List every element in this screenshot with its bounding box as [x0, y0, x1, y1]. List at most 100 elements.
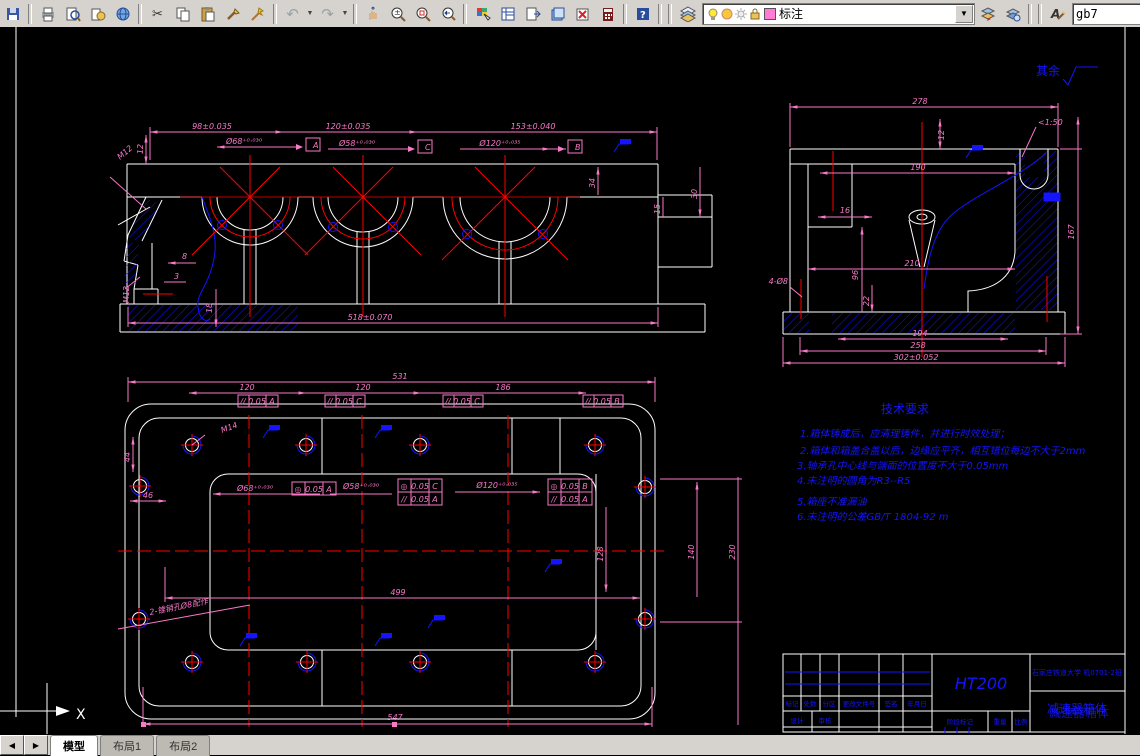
- front-view-dimensions: [109, 127, 700, 327]
- paste-icon[interactable]: [195, 1, 220, 26]
- svg-text:C: C: [432, 482, 438, 491]
- col-date: 年月日: [907, 699, 927, 708]
- svg-text:0.05: 0.05: [305, 485, 323, 494]
- save-icon[interactable]: [0, 1, 25, 26]
- dim-td68: Ø68⁺⁰·⁰³⁰: [236, 483, 274, 493]
- col-sign: 签名: [885, 699, 898, 708]
- help-icon[interactable]: ?: [630, 1, 655, 26]
- datum-b: B: [575, 143, 581, 152]
- svg-text:0.05: 0.05: [453, 397, 471, 406]
- dim-m12-upper: M12: [116, 144, 135, 162]
- quick-select-icon[interactable]: [245, 1, 270, 26]
- material-label: HT200: [955, 674, 1007, 693]
- undo-icon[interactable]: ↶: [280, 1, 305, 26]
- undo-dropdown-icon[interactable]: ▼: [305, 2, 315, 25]
- tab-nav-last-icon[interactable]: ▶: [24, 735, 48, 755]
- svg-text:A: A: [268, 397, 274, 406]
- layer-states-icon[interactable]: [1000, 1, 1025, 26]
- dim-167: 167: [1067, 223, 1076, 239]
- col-count: 处数: [804, 699, 818, 708]
- plot-icon[interactable]: [35, 1, 60, 26]
- separator: [28, 3, 32, 24]
- sheetset-manager-icon[interactable]: [545, 1, 570, 26]
- design-label: 设计: [791, 716, 805, 725]
- side-view: 278 12 190 16 210 96 22 194 258 302±0.05…: [769, 97, 1082, 367]
- quickcalc-icon[interactable]: [595, 1, 620, 26]
- top-view: //0.05 A //0.05 C //0.05 C //0.05 B ◎ 0.05 A ◎…: [117, 372, 742, 727]
- zoom-previous-icon[interactable]: [435, 1, 460, 26]
- pan-icon[interactable]: [360, 1, 385, 26]
- svg-text:A: A: [581, 495, 587, 504]
- dim-46: 46: [143, 491, 153, 500]
- front-view-break-line: [197, 196, 216, 321]
- zoom-window-icon[interactable]: [410, 1, 435, 26]
- separator: [623, 3, 627, 24]
- dim-d58: Ø58⁺⁰·⁰³⁰: [338, 138, 376, 148]
- roughness-flag-icon: [427, 614, 446, 629]
- top-view-dim-text: 531 120 120 186 44 46 M14 Ø68⁺⁰·⁰³⁰ Ø58⁺…: [123, 372, 737, 722]
- svg-text:0.05: 0.05: [248, 397, 266, 406]
- redo-icon[interactable]: ↷: [315, 1, 340, 26]
- dim-d120: Ø120⁺⁰·⁰³⁵: [478, 138, 520, 148]
- grip-point: [392, 722, 397, 727]
- preview-icon[interactable]: [60, 1, 85, 26]
- ucs-x-arrow-icon: [56, 706, 70, 716]
- svg-text:0.05: 0.05: [335, 397, 353, 406]
- cut-icon[interactable]: ✂: [145, 1, 170, 26]
- svg-text:B: B: [614, 397, 620, 406]
- grip-point: [141, 722, 146, 727]
- redo-dropdown-icon[interactable]: ▼: [340, 2, 350, 25]
- side-view-hatch: [784, 151, 1058, 333]
- dim-td120: Ø120⁺⁰·⁰³⁵: [475, 480, 517, 490]
- svg-text://: //: [400, 495, 408, 504]
- dim-34: 34: [588, 178, 597, 188]
- markup-set-icon[interactable]: [570, 1, 595, 26]
- text-style-icon[interactable]: A: [1045, 1, 1070, 26]
- designcenter-icon[interactable]: [495, 1, 520, 26]
- svg-text://: //: [444, 397, 452, 406]
- separator: [463, 3, 467, 24]
- layer-combobox[interactable]: 标注 ▼: [702, 2, 975, 25]
- model-space-canvas[interactable]: 其余 98±0.035 120±0.035 153±0.040 Ø68⁺⁰·⁰³…: [0, 27, 1140, 735]
- svg-text:◎: ◎: [401, 482, 408, 491]
- tech-req-3: 3.轴承孔中心线与端面的位置度不大于0.05mm: [797, 460, 1009, 472]
- sheet-border: [15, 27, 1126, 734]
- svg-text:0.05: 0.05: [411, 495, 429, 504]
- surface-note-label: 其余: [1036, 63, 1060, 78]
- text-style-combobox[interactable]: gb7 ▼: [1072, 2, 1140, 25]
- layer-on-icon: [708, 8, 718, 20]
- tab-nav-first-icon[interactable]: ◀: [0, 735, 24, 755]
- dim-190: 190: [910, 163, 925, 172]
- layout-tab-bar: ◀ ▶ 模型 布局1 布局2: [0, 735, 1140, 756]
- title-block: 标记 处数 分区 更改文件号 签名 年月日 设计 审核 阶段标记 重量 比例 H…: [782, 653, 1126, 733]
- copy-icon[interactable]: [170, 1, 195, 26]
- layers-icon[interactable]: [675, 1, 700, 26]
- separator: [658, 3, 662, 24]
- surface-roughness-note: 其余: [1036, 63, 1098, 86]
- svg-text://: //: [326, 397, 334, 406]
- tech-req-2: 2.箱体和箱盖合盖以后，边缘应平齐，相互错位每边不大于2mm: [800, 445, 1086, 457]
- tool-palettes-icon[interactable]: [520, 1, 545, 26]
- publish-icon[interactable]: [85, 1, 110, 26]
- web-icon[interactable]: [110, 1, 135, 26]
- crosshair-cursor: [0, 683, 48, 734]
- roughness-check-icon: [1062, 66, 1098, 86]
- pin-hole-note: 4-Ø8: [769, 276, 788, 286]
- dim-8: 8: [182, 252, 187, 261]
- dim-16: 16: [840, 206, 850, 215]
- help-glyph: ?: [640, 10, 646, 21]
- weight-label: 重量: [994, 718, 1008, 726]
- svg-text:B: B: [582, 482, 588, 491]
- properties-icon[interactable]: [470, 1, 495, 26]
- dim-120: 120±0.035: [326, 122, 371, 131]
- roughness-flag-icon: [613, 138, 632, 153]
- match-properties-icon[interactable]: [220, 1, 245, 26]
- layer-combo-arrow-icon[interactable]: ▼: [955, 4, 973, 23]
- dim-230: 230: [728, 544, 737, 559]
- svg-text:◎: ◎: [551, 482, 558, 491]
- tech-req-6: 6.未注明的公差GB/T 1804-92 m: [797, 511, 949, 523]
- dim-547: 547: [387, 713, 403, 722]
- zoom-realtime-icon[interactable]: ±: [385, 1, 410, 26]
- layer-previous-icon[interactable]: [975, 1, 1000, 26]
- separator: [353, 3, 357, 24]
